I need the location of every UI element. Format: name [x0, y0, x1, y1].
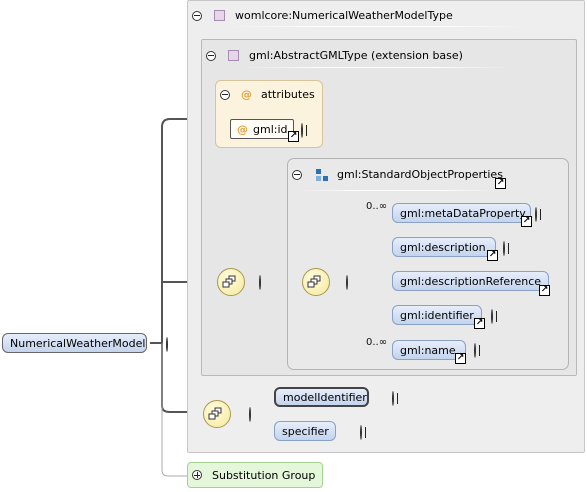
link-arrow-icon[interactable]: ↗ — [288, 131, 299, 142]
outer-type-label: womlcore:NumericalWeatherModelType — [235, 9, 453, 22]
expand-icon[interactable] — [360, 425, 362, 440]
substitution-label: Substitution Group — [212, 468, 316, 482]
expand-icon[interactable] — [192, 470, 202, 480]
collapse-icon[interactable] — [292, 169, 302, 180]
element-modelIdentifier[interactable]: modelIdentifier — [274, 387, 369, 407]
base-type-label: gml:AbstractGMLType (extension base) — [249, 49, 463, 62]
collapse-icon[interactable] — [346, 275, 348, 290]
collapse-icon[interactable] — [220, 89, 230, 100]
attribute-group-icon — [316, 168, 328, 181]
sequence-compositor-icon[interactable] — [217, 268, 245, 296]
attributes-header: @ attributes — [220, 88, 315, 101]
cardinality-metaDataProperty: 0..∞ — [366, 201, 388, 212]
link-arrow-icon[interactable]: ↗ — [455, 353, 466, 364]
sequence-compositor-icon[interactable] — [302, 268, 330, 296]
at-sign-icon: @ — [237, 122, 248, 136]
cardinality-name: 0..∞ — [366, 337, 388, 348]
link-arrow-icon[interactable]: ↗ — [521, 216, 532, 227]
expand-icon[interactable] — [491, 309, 493, 324]
substitution-group-box[interactable]: Substitution Group — [187, 462, 323, 488]
sequence-compositor-icon[interactable] — [203, 400, 231, 428]
element-identifier[interactable]: gml:identifier — [392, 305, 482, 325]
element-descriptionReference[interactable]: gml:descriptionReference — [392, 271, 549, 291]
element-label: modelIdentifier — [283, 390, 367, 404]
std-group-header: gml:StandardObjectProperties — [292, 168, 503, 181]
at-sign-icon: @ — [241, 88, 252, 101]
element-label: gml:metaDataProperty — [400, 206, 526, 220]
expand-icon[interactable] — [301, 123, 303, 138]
expand-icon[interactable] — [392, 391, 394, 406]
connector-substitution — [161, 343, 188, 477]
link-arrow-icon[interactable]: ↗ — [495, 178, 506, 189]
element-label: gml:identifier — [400, 308, 474, 322]
std-group-box: gml:StandardObjectProperties — [287, 158, 569, 370]
expand-icon[interactable] — [503, 241, 505, 256]
link-arrow-icon[interactable]: ↗ — [539, 285, 550, 296]
element-label: specifier — [282, 424, 329, 438]
collapse-icon[interactable] — [259, 275, 261, 290]
collapse-icon[interactable] — [206, 50, 216, 61]
outer-type-header: womlcore:NumericalWeatherModelType — [192, 9, 453, 22]
attribute-gml-id[interactable]: @ gml:id — [230, 119, 294, 139]
attributes-label: attributes — [261, 88, 315, 101]
element-label: gml:description — [400, 240, 486, 254]
root-element-label: NumericalWeatherModel — [10, 336, 146, 350]
root-element[interactable]: NumericalWeatherModel — [2, 333, 147, 353]
element-label: gml:name — [400, 343, 456, 357]
attribute-label: gml:id — [253, 122, 288, 136]
collapse-icon[interactable] — [192, 10, 202, 21]
link-arrow-icon[interactable]: ↗ — [487, 250, 498, 261]
expand-icon[interactable] — [535, 207, 537, 222]
element-label: gml:descriptionReference — [400, 274, 542, 288]
element-description[interactable]: gml:description — [392, 237, 496, 257]
collapse-icon[interactable] — [166, 337, 168, 352]
complex-type-icon — [214, 10, 225, 21]
std-group-label: gml:StandardObjectProperties — [337, 168, 503, 181]
element-specifier[interactable]: specifier — [274, 421, 336, 441]
link-arrow-icon[interactable]: ↗ — [474, 318, 485, 329]
expand-icon[interactable] — [474, 343, 476, 358]
complex-type-icon — [228, 50, 239, 61]
element-metaDataProperty[interactable]: gml:metaDataProperty — [392, 203, 531, 223]
base-type-header: gml:AbstractGMLType (extension base) — [206, 49, 463, 62]
collapse-icon[interactable] — [249, 407, 251, 422]
